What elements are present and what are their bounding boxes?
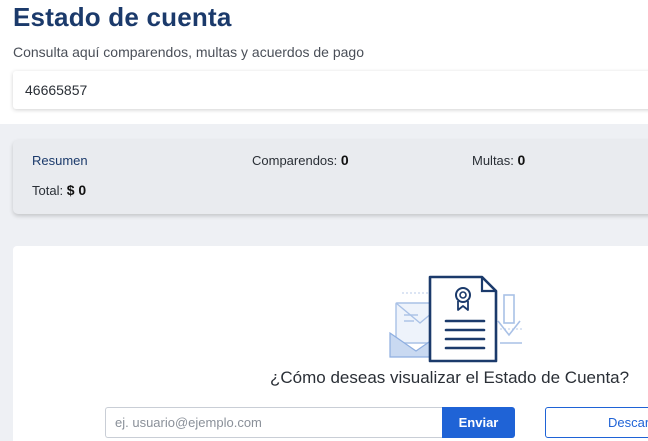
email-input[interactable] [105, 407, 443, 438]
download-button[interactable]: Descar [545, 407, 648, 438]
total-label: Total: [32, 183, 64, 198]
page-title: Estado de cuenta [13, 2, 232, 32]
multas-count: Multas: 0 [472, 152, 525, 168]
visualize-question: ¿Cómo deseas visualizar el Estado de Cue… [270, 368, 630, 387]
summary-tab[interactable]: Resumen [32, 153, 88, 168]
total-amount: Total: $ 0 [32, 182, 86, 198]
page-subtitle: Consulta aquí comparendos, multas y acue… [13, 44, 364, 60]
multas-label: Multas: [472, 153, 514, 168]
multas-value: 0 [517, 152, 526, 168]
total-value: $ 0 [66, 182, 87, 198]
comparendos-value: 0 [340, 152, 349, 168]
document-search-input[interactable] [13, 71, 648, 109]
send-button[interactable]: Enviar [442, 407, 515, 438]
comparendos-label: Comparendos: [252, 153, 338, 168]
certificate-document-icon [389, 275, 524, 363]
comparendos-count: Comparendos: 0 [252, 152, 349, 168]
summary-panel: Resumen Comparendos: 0 Multas: 0 Total: … [13, 140, 648, 214]
